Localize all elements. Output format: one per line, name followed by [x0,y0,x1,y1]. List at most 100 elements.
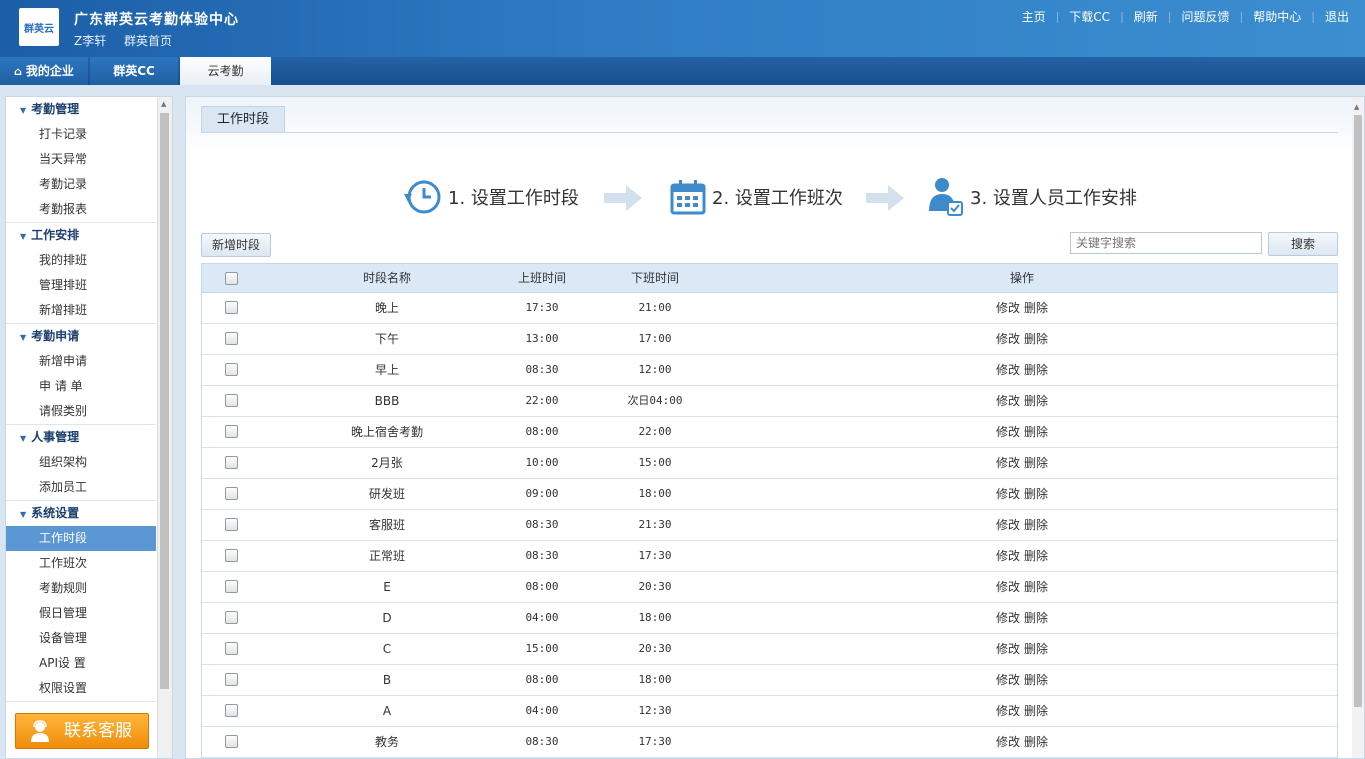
keyword-search-input[interactable] [1070,232,1262,254]
nav-home[interactable]: 主页 [1012,8,1056,25]
edit-link[interactable]: 修改 [996,456,1020,470]
select-all-checkbox[interactable] [225,272,238,285]
sidebar-item-holiday-management[interactable]: 假日管理 [6,601,156,626]
row-checkbox[interactable] [225,518,238,531]
sidebar-item-org-structure[interactable]: 组织架构 [6,450,156,475]
sidebar-group-title[interactable]: ▼ 考勤管理 [6,97,172,122]
edit-link[interactable]: 修改 [996,611,1020,625]
delete-link[interactable]: 删除 [1024,363,1048,377]
column-header-end[interactable]: 下班时间 [605,264,705,292]
column-header-name[interactable]: 时段名称 [312,264,462,292]
edit-link[interactable]: 修改 [996,642,1020,656]
delete-link[interactable]: 删除 [1024,580,1048,594]
row-checkbox[interactable] [225,549,238,562]
tab-cloud-attendance[interactable]: 云考勤 [180,57,271,85]
contact-support-button[interactable]: 联系客服 [15,713,149,749]
edit-link[interactable]: 修改 [996,549,1020,563]
row-checkbox[interactable] [225,394,238,407]
delete-link[interactable]: 删除 [1024,611,1048,625]
delete-link[interactable]: 删除 [1024,487,1048,501]
user-name[interactable]: Z李轩 [74,32,106,49]
delete-link[interactable]: 删除 [1024,549,1048,563]
sidebar-item-work-shifts[interactable]: 工作班次 [6,551,156,576]
row-checkbox[interactable] [225,456,238,469]
sidebar-item-punch-records[interactable]: 打卡记录 [6,122,156,147]
sidebar-item-leave-types[interactable]: 请假类别 [6,399,156,424]
delete-link[interactable]: 删除 [1024,673,1048,687]
tab-my-enterprise[interactable]: ⌂ 我的企业 [0,57,88,85]
row-checkbox[interactable] [225,580,238,593]
delete-link[interactable]: 删除 [1024,332,1048,346]
app-logo[interactable]: 群英云 [19,8,59,46]
search-button[interactable]: 搜索 [1268,232,1338,256]
step-3[interactable]: 3. 设置人员工作安排 [928,177,1137,217]
scroll-up-arrow-icon[interactable]: ▲ [161,100,166,108]
delete-link[interactable]: 删除 [1024,425,1048,439]
edit-link[interactable]: 修改 [996,301,1020,315]
edit-link[interactable]: 修改 [996,363,1020,377]
sidebar-item-manage-schedule[interactable]: 管理排班 [6,273,156,298]
row-checkbox[interactable] [225,487,238,500]
sidebar-group-title[interactable]: ▼ 考勤申请 [6,324,172,349]
row-checkbox[interactable] [225,704,238,717]
nav-feedback[interactable]: 问题反馈 [1172,8,1240,25]
sidebar-item-attendance-report[interactable]: 考勤报表 [6,197,156,222]
row-checkbox[interactable] [225,673,238,686]
edit-link[interactable]: 修改 [996,332,1020,346]
edit-link[interactable]: 修改 [996,704,1020,718]
edit-link[interactable]: 修改 [996,394,1020,408]
home-link[interactable]: 群英首页 [124,32,172,49]
edit-link[interactable]: 修改 [996,735,1020,749]
sidebar-item-add-schedule[interactable]: 新增排班 [6,298,156,323]
main-scroll-thumb[interactable] [1354,115,1362,707]
table-row: 晚上 17:30 21:00 修改 删除 [202,293,1337,324]
nav-download-cc[interactable]: 下载CC [1059,8,1120,25]
row-checkbox[interactable] [225,301,238,314]
sidebar-item-device-management[interactable]: 设备管理 [6,626,156,651]
sidebar-scrollbar[interactable]: ▲ [157,97,172,758]
delete-link[interactable]: 删除 [1024,456,1048,470]
edit-link[interactable]: 修改 [996,425,1020,439]
sidebar-group-title[interactable]: ▼ 工作安排 [6,223,172,248]
edit-link[interactable]: 修改 [996,580,1020,594]
sidebar-item-today-exceptions[interactable]: 当天异常 [6,147,156,172]
add-period-button[interactable]: 新增时段 [201,233,271,257]
delete-link[interactable]: 删除 [1024,518,1048,532]
sidebar-item-add-employee[interactable]: 添加员工 [6,475,156,500]
delete-link[interactable]: 删除 [1024,394,1048,408]
delete-link[interactable]: 删除 [1024,642,1048,656]
sidebar-item-permission-settings[interactable]: 权限设置 [6,676,156,701]
edit-link[interactable]: 修改 [996,673,1020,687]
row-checkbox[interactable] [225,735,238,748]
delete-link[interactable]: 删除 [1024,704,1048,718]
row-checkbox[interactable] [225,363,238,376]
nav-refresh[interactable]: 刷新 [1124,8,1168,25]
delete-link[interactable]: 删除 [1024,735,1048,749]
sidebar-group-title[interactable]: ▼ 系统设置 [6,501,172,526]
column-header-start[interactable]: 上班时间 [492,264,592,292]
row-checkbox[interactable] [225,611,238,624]
row-checkbox[interactable] [225,425,238,438]
sidebar-item-new-request[interactable]: 新增申请 [6,349,156,374]
sidebar-item-request-form[interactable]: 申 请 单 [6,374,156,399]
sidebar-item-attendance-rules[interactable]: 考勤规则 [6,576,156,601]
delete-link[interactable]: 删除 [1024,301,1048,315]
sidebar-item-my-schedule[interactable]: 我的排班 [6,248,156,273]
nav-logout[interactable]: 退出 [1315,8,1359,25]
sidebar-scroll-thumb[interactable] [160,113,169,689]
edit-link[interactable]: 修改 [996,487,1020,501]
edit-link[interactable]: 修改 [996,518,1020,532]
sidebar-item-api-settings[interactable]: API设 置 [6,651,156,676]
sidebar-group-title[interactable]: ▼ 人事管理 [6,425,172,450]
step-2[interactable]: 2. 设置工作班次 [670,177,843,217]
nav-help[interactable]: 帮助中心 [1243,8,1311,25]
scroll-up-arrow-icon[interactable]: ▲ [1354,103,1359,111]
main-scrollbar[interactable]: ▲ [1352,97,1364,758]
step-1[interactable]: 1. 设置工作时段 [402,177,579,217]
sidebar-item-work-periods[interactable]: 工作时段 [6,526,156,551]
cell-actions: 修改 删除 [972,727,1072,757]
row-checkbox[interactable] [225,332,238,345]
row-checkbox[interactable] [225,642,238,655]
sidebar-item-attendance-records[interactable]: 考勤记录 [6,172,156,197]
tab-qunying-cc[interactable]: 群英CC [90,57,178,85]
